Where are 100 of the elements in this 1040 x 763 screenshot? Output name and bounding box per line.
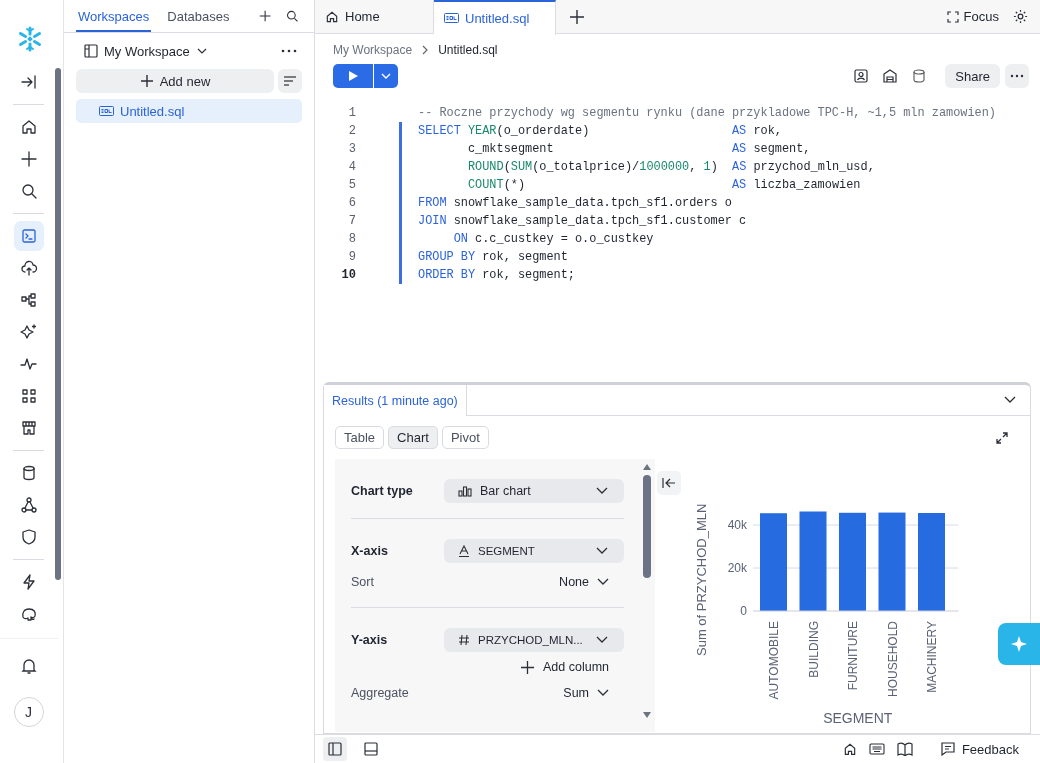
keyboard-icon[interactable] (868, 743, 885, 755)
home-icon[interactable] (842, 742, 857, 756)
share-button[interactable]: Share (945, 64, 1000, 88)
sparkle-icon (19, 323, 38, 341)
sidebar-toggle-button[interactable] (323, 737, 347, 761)
field-label: X-axis (351, 544, 388, 558)
line-number: 1 (347, 106, 356, 120)
elephant-icon (19, 605, 38, 623)
view-toggle[interactable]: Table (335, 426, 385, 449)
add-icon[interactable] (259, 8, 272, 24)
code-line: SELECT YEAR(o_orderdate) AS rok, (418, 124, 782, 138)
line-number: 4 (347, 160, 356, 174)
run-options-button[interactable] (374, 64, 398, 88)
sql-file-icon (444, 13, 459, 23)
collapse-panel-button[interactable] (657, 471, 681, 495)
sparkle-icon (1011, 636, 1027, 652)
y-tick-label: 20k (727, 561, 747, 575)
field-label: Aggregate (351, 686, 409, 700)
x-axis-select[interactable]: SEGMENT (444, 539, 624, 563)
home-icon (325, 9, 339, 24)
field-label: Sort (351, 575, 374, 589)
hash-icon (458, 634, 470, 646)
focus-button[interactable]: Focus (946, 9, 999, 24)
sidebar-icon (328, 742, 342, 756)
focus-icon (946, 10, 959, 23)
search-icon[interactable] (285, 8, 298, 24)
chevron-down-icon (381, 73, 391, 79)
code-line: JOIN snowflake_sample_data.tpch_sf1.customer c (418, 214, 747, 228)
scroll-down-icon[interactable] (643, 712, 651, 718)
code-line: ORDER BY rok, segment; (418, 268, 575, 282)
chevron-down-icon (597, 689, 609, 697)
line-number: 3 (347, 142, 356, 156)
sidebar-tab[interactable]: Workspaces (76, 0, 152, 32)
editor-tab[interactable]: Untitled.sql (434, 0, 556, 35)
field-label: Y-axis (351, 633, 388, 647)
terminal-icon (19, 227, 38, 245)
create-icon (19, 150, 38, 168)
line-number: 10 (340, 268, 356, 282)
store-icon (19, 419, 38, 437)
chevron-down-icon (596, 547, 608, 555)
view-toggle[interactable]: Pivot (441, 426, 489, 449)
collapse-icon (19, 73, 38, 91)
add-new-button[interactable]: Add new (76, 69, 274, 93)
view-toggle[interactable]: Chart (388, 426, 438, 449)
scrollbar-thumb[interactable] (643, 475, 651, 578)
y-axis-select[interactable]: PRZYCHOD_MLN... (444, 628, 624, 652)
rail-terminal-button[interactable] (13, 221, 44, 251)
book-icon[interactable] (896, 742, 913, 756)
sidebar-tab[interactable]: Databases (165, 0, 232, 32)
bottom-panel-icon (364, 742, 378, 756)
plus-icon (521, 660, 534, 674)
sort-select[interactable]: None (559, 575, 609, 589)
scroll-up-icon[interactable] (643, 464, 651, 470)
breadcrumb-item[interactable]: My Workspace (333, 43, 413, 57)
database-icon[interactable] (912, 69, 927, 83)
line-number: 6 (347, 196, 356, 210)
scrollbar[interactable] (55, 68, 61, 580)
sort-icon (283, 75, 297, 87)
flow-icon (19, 291, 38, 309)
chevron-icon (421, 45, 430, 55)
line-number: 2 (347, 124, 356, 138)
code-line: -- Roczne przychody wg segmentu rynku (dane przykladowe TPC-H, ~1,5 mln zamowien) (418, 106, 996, 120)
x-tick-label: AUTOMOBILE (767, 621, 781, 700)
sql-file-icon (99, 106, 114, 116)
expand-icon[interactable] (996, 431, 1008, 444)
more-icon[interactable] (281, 49, 297, 53)
search-icon (19, 182, 38, 200)
file-item[interactable]: Untitled.sql (76, 99, 302, 123)
breadcrumb-item: Untitled.sql (438, 43, 498, 57)
chevron-down-icon[interactable] (1004, 396, 1016, 404)
collapse-left-icon (662, 477, 676, 489)
code-line: GROUP BY rok, segment (418, 250, 568, 264)
y-tick-label: 40k (727, 518, 747, 533)
add-column-button[interactable]: Add column (521, 660, 609, 674)
code-line: ROUND(SUM(o_totalprice)/1000000, 1) AS przychod_mln_usd, (466, 160, 875, 174)
bell-icon[interactable] (19, 657, 38, 675)
comment-icon (940, 742, 955, 756)
x-axis-title: SEGMENT (823, 710, 893, 726)
results-tab[interactable]: Results (1 minute ago) (324, 385, 467, 416)
workspace-dropdown[interactable]: My Workspace (84, 41, 208, 61)
feedback-button[interactable]: Feedback (940, 741, 1019, 757)
more-icon (1010, 74, 1024, 78)
warehouse-icon[interactable] (883, 69, 898, 83)
field-label: Chart type (351, 484, 413, 498)
x-tick-label: MACHINERY (925, 621, 939, 693)
y-tick-label: 0 (740, 604, 747, 618)
user-icon[interactable] (854, 69, 869, 83)
line-number: 7 (347, 214, 356, 228)
code-line: c_mktsegment AS segment, (466, 142, 811, 156)
chevron-down-icon (597, 578, 609, 586)
line-number: 9 (347, 250, 356, 264)
aggregate-select[interactable]: Sum (563, 686, 609, 700)
settings-icon[interactable] (1013, 9, 1028, 24)
x-tick-label: BUILDING (806, 621, 821, 678)
sort-button[interactable] (278, 69, 302, 93)
run-button[interactable] (333, 64, 373, 88)
add-tab-icon[interactable] (570, 9, 584, 24)
more-button[interactable] (1005, 64, 1029, 88)
plus-icon (139, 74, 154, 88)
chart-type-select[interactable]: Bar chart (444, 479, 624, 503)
